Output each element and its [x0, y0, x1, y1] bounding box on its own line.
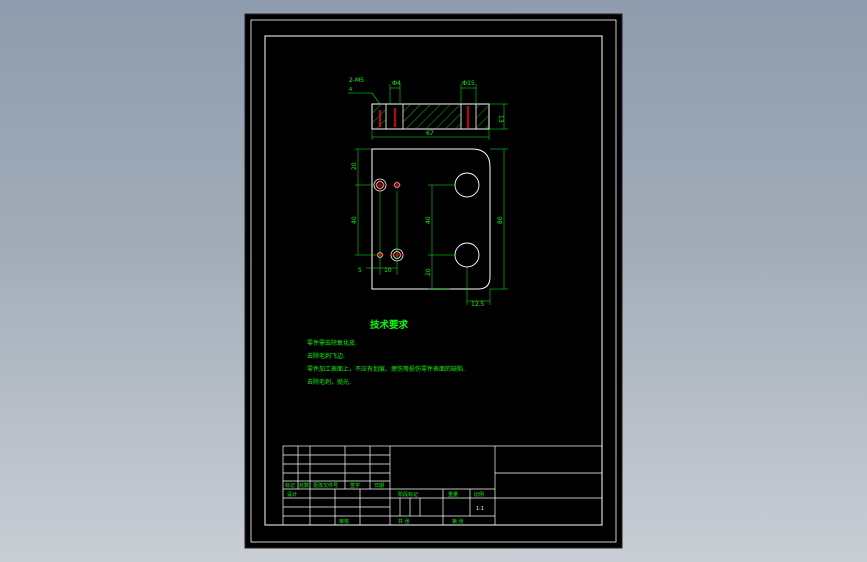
dim-overall-length: 67 — [426, 130, 434, 137]
tb-stage-mark: 阶段标记 — [398, 491, 418, 498]
note-line: 零件加工表面上，不应有划痕、擦伤等损伤零件表面的缺陷. — [307, 365, 465, 373]
note-line: 去除毛刺，抛光. — [307, 378, 351, 386]
dim-overall-height: 80 — [497, 216, 504, 224]
tb-label-count: 处数 — [299, 482, 309, 489]
dim-tapped-note: 2-M5 — [349, 77, 364, 84]
tb-scale: 1:1 — [476, 506, 484, 512]
dim-right-edge: 12.5 — [471, 301, 485, 308]
note-line: 零件需去除氧化皮. — [307, 339, 357, 347]
drawing-sheet — [244, 13, 623, 549]
tb-sheet-no: 第 张 — [452, 518, 464, 525]
dim-hole-spacing: 10 — [384, 267, 392, 274]
tb-label-mark: 标记 — [285, 482, 295, 489]
dim-dia-large: Ф15 — [462, 80, 475, 87]
dim-depth-note: 4 — [349, 87, 352, 93]
tb-weight: 重量 — [448, 491, 458, 498]
dim-left-offset: 5 — [358, 267, 362, 274]
notes-title: 技术要求 — [370, 319, 409, 331]
section-hatch-mid — [403, 105, 461, 128]
tb-ratio: 比例 — [474, 491, 484, 498]
section-hatch-right — [476, 105, 488, 128]
dim-hole-pitch-left: 40 — [351, 216, 358, 224]
tb-designer: 设计 — [287, 491, 297, 498]
tb-label-sign: 签字 — [350, 482, 360, 489]
dim-bottom-offset: 20 — [425, 268, 432, 276]
dim-hole-pitch-right: 40 — [425, 216, 432, 224]
dim-dia-small: Ф4 — [392, 80, 401, 87]
note-line: 去除毛刺飞边. — [307, 352, 345, 360]
tb-sheet-total: 共 张 — [398, 518, 410, 525]
dim-top-offset: 20 — [351, 162, 358, 170]
tb-label-change: 更改文件号 — [313, 482, 338, 489]
tb-label-date: 日期 — [374, 483, 384, 489]
cad-viewport[interactable]: 2-M5 4 Ф4 Ф15 67 13 20 40 5 10 40 20 80 … — [0, 0, 867, 562]
tb-review: 审核 — [339, 518, 349, 525]
dim-thickness: 13 — [497, 115, 504, 123]
